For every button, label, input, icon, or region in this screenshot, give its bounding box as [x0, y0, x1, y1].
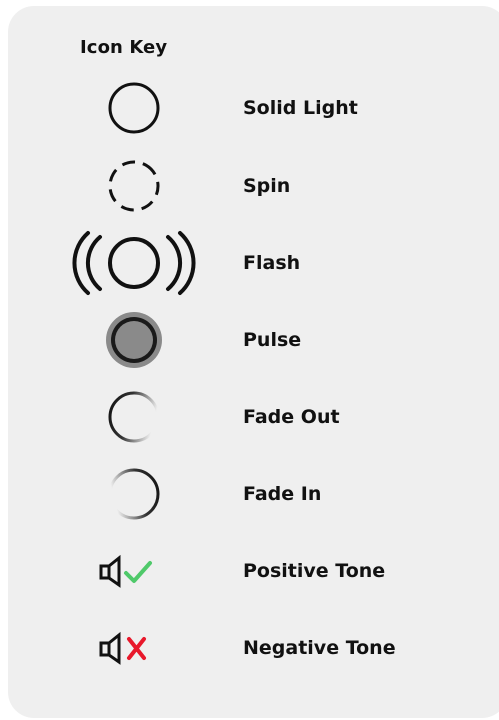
page-title: Icon Key [80, 37, 168, 58]
icon-key-row-negative-tone: Negative Tone [0, 613, 499, 683]
flash-circle-icon [70, 228, 200, 298]
fade-in-circle-icon [70, 459, 200, 529]
pulse-circle-icon [70, 305, 200, 375]
speaker-x-icon [70, 613, 200, 683]
fade-out-circle-icon [70, 382, 200, 452]
icon-key-row-fade-in: Fade In [0, 459, 499, 529]
icon-key-row-fade-out: Fade Out [0, 382, 499, 452]
speaker-check-icon [70, 536, 200, 606]
dashed-circle-icon [70, 151, 200, 221]
icon-key-row-positive-tone: Positive Tone [0, 536, 499, 606]
icon-key-label: Negative Tone [243, 637, 396, 659]
icon-key-label: Fade Out [243, 406, 340, 428]
icon-key-label: Fade In [243, 483, 322, 505]
icon-key-label: Solid Light [243, 97, 358, 119]
icon-key-label: Flash [243, 252, 301, 274]
icon-key-label: Pulse [243, 329, 302, 351]
icon-key-row-spin: Spin [0, 151, 499, 221]
icon-key-row-solid-light: Solid Light [0, 73, 499, 143]
speaker-icon [99, 554, 121, 588]
icon-key-label: Positive Tone [243, 560, 386, 582]
icon-key-row-flash: Flash [0, 228, 499, 298]
x-mark-icon [127, 637, 146, 660]
speaker-icon [99, 631, 121, 665]
icon-key-row-pulse: Pulse [0, 305, 499, 375]
solid-circle-icon [70, 73, 200, 143]
checkmark-icon [124, 561, 152, 583]
icon-key-label: Spin [243, 175, 291, 197]
